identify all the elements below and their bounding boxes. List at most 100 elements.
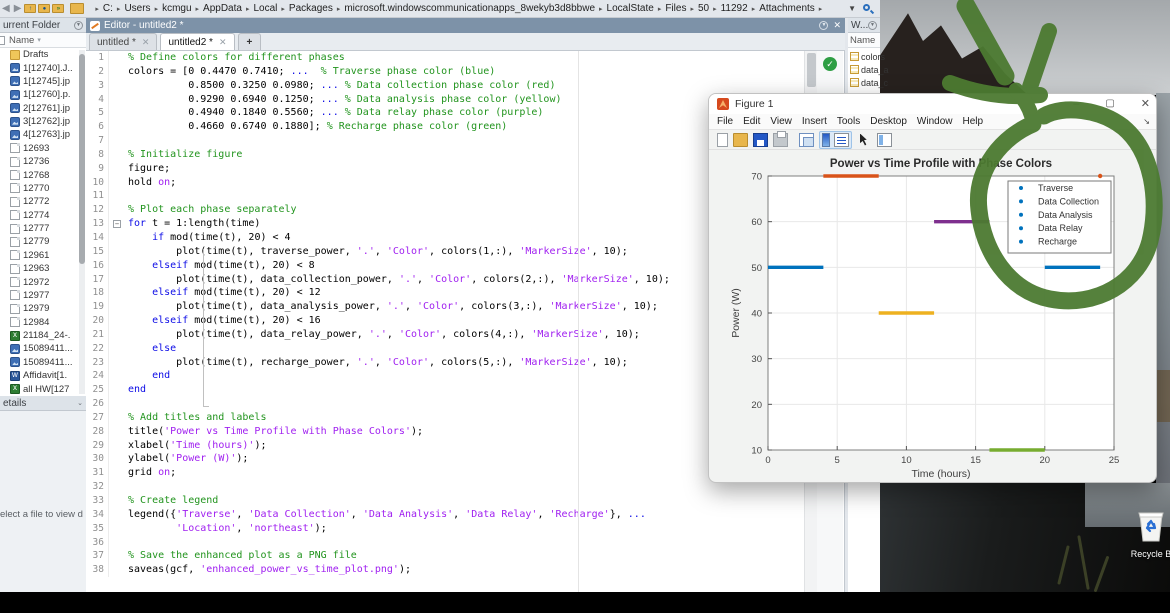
menu-help[interactable]: Help: [963, 116, 984, 127]
menu-insert[interactable]: Insert: [802, 116, 827, 127]
breadcrumb-segment[interactable]: 50: [698, 3, 709, 14]
editor-titlebar[interactable]: Editor - untitled2 * ▼ ✕: [86, 18, 845, 33]
breadcrumb-segment[interactable]: Local: [253, 3, 277, 14]
file-row[interactable]: 15089411...: [0, 356, 86, 369]
back-arrow-icon[interactable]: ◀: [2, 3, 10, 14]
workspace-variable[interactable]: data_c: [848, 76, 880, 89]
file-row[interactable]: 12770: [0, 182, 86, 195]
breadcrumb-segment[interactable]: LocalState: [607, 3, 654, 14]
file-row[interactable]: 12777: [0, 222, 86, 235]
breadcrumb-segment[interactable]: C:: [103, 3, 113, 14]
file-row[interactable]: 12693: [0, 142, 86, 155]
workspace-variable[interactable]: colors: [848, 50, 880, 63]
figure-titlebar[interactable]: Figure 1 – ▢ ✕: [709, 94, 1157, 114]
minimize-button[interactable]: –: [1073, 94, 1079, 114]
name-column-header[interactable]: Name ▾: [0, 33, 86, 48]
file-row[interactable]: 3[12762].jp: [0, 115, 86, 128]
new-figure-icon[interactable]: [717, 133, 728, 147]
breadcrumb-segment[interactable]: microsoft.windowscommunicationapps_8weky…: [344, 3, 595, 14]
fold-toggle-icon[interactable]: −: [113, 220, 121, 228]
workspace-name-header[interactable]: Name: [848, 33, 880, 48]
plot-legend[interactable]: TraverseData CollectionData AnalysisData…: [1008, 181, 1111, 253]
file-row[interactable]: 2[12761].jp: [0, 102, 86, 115]
code-line[interactable]: 3 0.8500 0.3250 0.0980; ... % Data colle…: [86, 79, 843, 93]
menu-window[interactable]: Window: [917, 116, 953, 127]
file-row[interactable]: 1[12760].p.: [0, 88, 86, 101]
file-row[interactable]: 21184_24-.: [0, 329, 86, 342]
copy-figure-icon[interactable]: [799, 133, 814, 147]
file-row[interactable]: all HW[127: [0, 382, 86, 395]
code-line[interactable]: 1% Define colors for different phases: [86, 51, 843, 65]
tab-close-icon[interactable]: ✕: [142, 37, 150, 48]
recycle-bin[interactable]: Recycle B: [1128, 512, 1170, 566]
breadcrumb-segment[interactable]: kcmgu: [162, 3, 191, 14]
scrollbar-thumb[interactable]: [807, 53, 816, 87]
analyzer-ok-icon[interactable]: ✓: [823, 57, 837, 71]
file-row[interactable]: 12779: [0, 235, 86, 248]
breadcrumb-caret-icon[interactable]: ▼: [848, 4, 856, 13]
code-line[interactable]: 36: [86, 536, 843, 550]
file-row[interactable]: 12774: [0, 209, 86, 222]
code-line[interactable]: 38saveas(gcf, 'enhanced_power_vs_time_pl…: [86, 563, 843, 577]
code-line[interactable]: 37% Save the enhanced plot as a PNG file: [86, 549, 843, 563]
close-button[interactable]: ✕: [1141, 94, 1150, 114]
folder-up-icon[interactable]: ↑: [24, 4, 36, 13]
menu-file[interactable]: File: [717, 116, 733, 127]
tab-close-icon[interactable]: ✕: [219, 37, 227, 48]
scrollbar-thumb[interactable]: [79, 54, 85, 264]
file-row[interactable]: 12977: [0, 289, 86, 302]
new-tab-button[interactable]: +: [238, 33, 262, 50]
file-row[interactable]: 12984: [0, 316, 86, 329]
code-line[interactable]: 35 'Location', 'northeast');: [86, 522, 843, 536]
insert-colorbar-icon[interactable]: [822, 133, 830, 147]
breadcrumb-segment[interactable]: Packages: [289, 3, 333, 14]
file-row[interactable]: 15089411...: [0, 342, 86, 355]
search-icon[interactable]: [862, 3, 874, 15]
code-line[interactable]: 33% Create legend: [86, 494, 843, 508]
insert-legend-icon[interactable]: [834, 133, 849, 147]
file-row[interactable]: Affidavit[1.: [0, 369, 86, 382]
workspace-variable[interactable]: data_a: [848, 63, 880, 76]
current-folder-icon[interactable]: [70, 3, 84, 14]
menu-view[interactable]: View: [770, 116, 792, 127]
folder-cloud-icon[interactable]: ●: [38, 4, 50, 13]
menu-edit[interactable]: Edit: [743, 116, 760, 127]
menu-tools[interactable]: Tools: [837, 116, 860, 127]
save-figure-icon[interactable]: [753, 133, 768, 147]
menu-desktop[interactable]: Desktop: [870, 116, 907, 127]
file-row[interactable]: 12963: [0, 262, 86, 275]
panel-menu-icon[interactable]: ▼: [74, 21, 83, 30]
file-row[interactable]: 1[12740].J..: [0, 61, 86, 74]
folder-search-icon[interactable]: »: [52, 4, 64, 13]
print-icon[interactable]: [773, 133, 788, 147]
file-list-scrollbar[interactable]: [79, 50, 85, 394]
file-row[interactable]: Drafts: [0, 48, 86, 61]
file-row[interactable]: 12961: [0, 249, 86, 262]
file-row[interactable]: 12979: [0, 302, 86, 315]
file-row[interactable]: 12768: [0, 168, 86, 181]
open-file-icon[interactable]: [733, 133, 748, 147]
editor-close-icon[interactable]: ✕: [833, 20, 841, 31]
edit-plot-cursor-icon[interactable]: [857, 133, 872, 147]
breadcrumb-segment[interactable]: AppData: [203, 3, 242, 14]
forward-arrow-icon[interactable]: ▶: [14, 3, 22, 14]
maximize-button[interactable]: ▢: [1105, 94, 1114, 114]
breadcrumb-segment[interactable]: Files: [665, 3, 686, 14]
editor-tab[interactable]: untitled *✕: [89, 33, 157, 50]
dock-arrow-icon[interactable]: ↘: [1143, 117, 1150, 126]
editor-menu-icon[interactable]: ▼: [819, 21, 828, 30]
file-row[interactable]: 12972: [0, 275, 86, 288]
file-row[interactable]: 1[12745].jp: [0, 75, 86, 88]
file-row[interactable]: 12772: [0, 195, 86, 208]
breadcrumb-segment[interactable]: Users: [124, 3, 150, 14]
file-row[interactable]: 4[12763].jp: [0, 128, 86, 141]
file-row[interactable]: 12736: [0, 155, 86, 168]
breadcrumb-segment[interactable]: Attachments: [759, 3, 815, 14]
code-line[interactable]: 34legend({'Traverse', 'Data Collection',…: [86, 508, 843, 522]
code-line[interactable]: 2colors = [0 0.4470 0.7410; ... % Traver…: [86, 65, 843, 79]
property-inspector-icon[interactable]: [877, 133, 892, 147]
editor-tab[interactable]: untitled2 *✕: [160, 33, 234, 50]
details-header[interactable]: etails ⌄: [0, 396, 86, 411]
breadcrumb-segment[interactable]: 11292: [721, 3, 748, 14]
panel-menu-icon[interactable]: ▼: [868, 21, 877, 30]
